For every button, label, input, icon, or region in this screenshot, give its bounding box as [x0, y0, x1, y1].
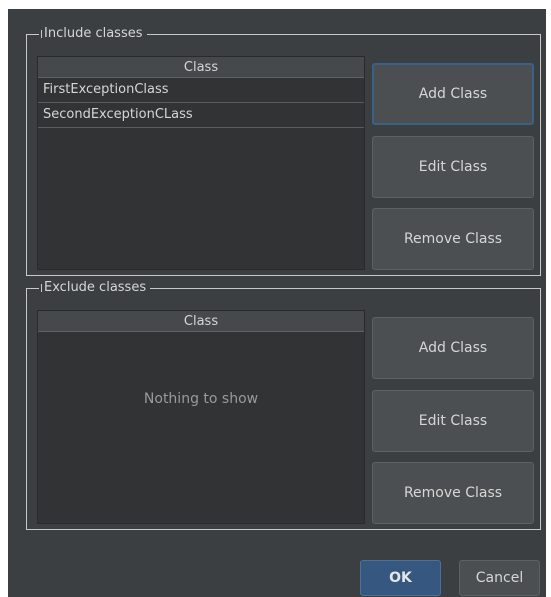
dialog: Include classes Class FirstExceptionClas…	[8, 9, 546, 597]
exclude-classes-title-text: Exclude classes	[44, 280, 147, 295]
include-add-class-button[interactable]: Add Class	[372, 63, 534, 125]
exclude-classes-title: Exclude classes	[39, 280, 151, 296]
exclude-classes-group: Exclude classes Class Nothing to show Ad…	[26, 280, 541, 530]
exclude-classes-table[interactable]: Class Nothing to show	[37, 310, 365, 524]
table-row[interactable]: FirstExceptionClass	[38, 78, 364, 103]
legend-tick	[41, 284, 42, 292]
legend-tick	[41, 30, 42, 38]
exclude-remove-class-button[interactable]: Remove Class	[372, 462, 534, 524]
include-edit-class-button[interactable]: Edit Class	[372, 136, 534, 198]
ok-button[interactable]: OK	[360, 560, 441, 596]
empty-table-message: Nothing to show	[143, 391, 259, 407]
exclude-add-class-button[interactable]: Add Class	[372, 317, 534, 379]
include-classes-group: Include classes Class FirstExceptionClas…	[26, 26, 541, 276]
exclude-class-column-header[interactable]: Class	[38, 311, 364, 332]
cancel-button[interactable]: Cancel	[459, 560, 540, 596]
include-remove-class-button[interactable]: Remove Class	[372, 208, 534, 270]
include-classes-title-text: Include classes	[44, 26, 143, 41]
include-classes-table[interactable]: Class FirstExceptionClass SecondExceptio…	[37, 56, 365, 270]
exclude-edit-class-button[interactable]: Edit Class	[372, 390, 534, 452]
include-classes-title: Include classes	[39, 26, 147, 42]
table-row[interactable]: SecondExceptionCLass	[38, 103, 364, 128]
include-class-column-header[interactable]: Class	[38, 57, 364, 78]
